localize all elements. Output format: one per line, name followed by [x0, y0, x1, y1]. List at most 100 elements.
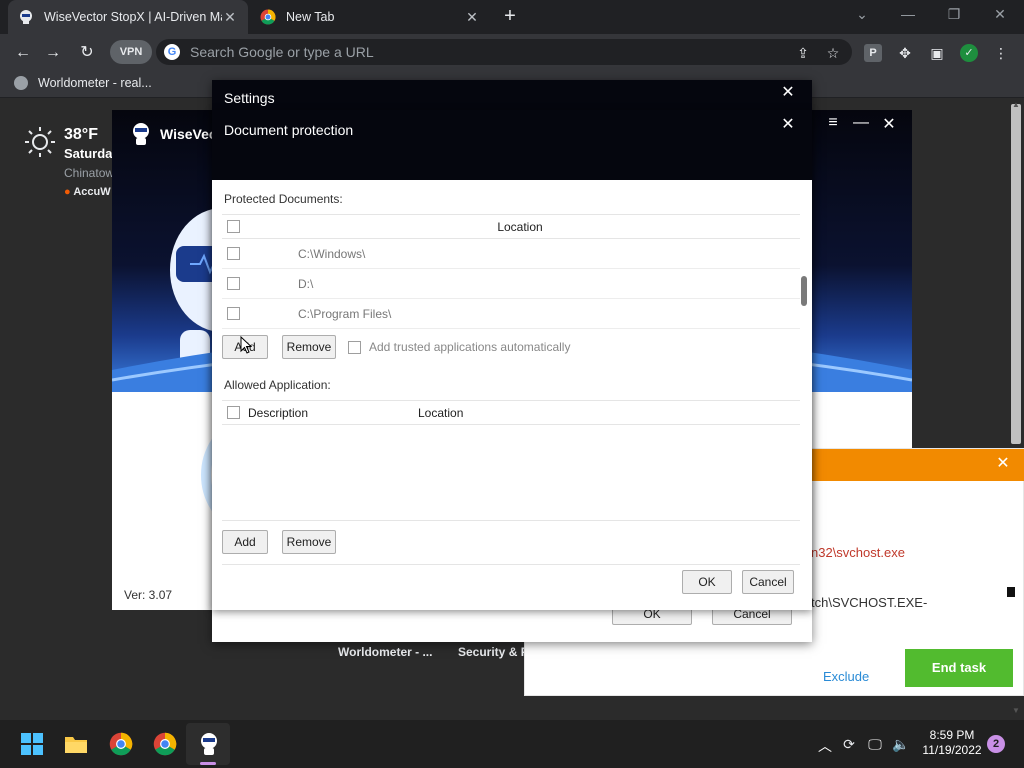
trusted-apps-label: Add trusted applications automatically [369, 340, 571, 354]
docp-header [212, 110, 812, 180]
share-icon[interactable]: ⇪ [794, 44, 812, 62]
tray-overflow-icon[interactable]: ︿ [816, 736, 834, 756]
close-icon[interactable]: ✕ [990, 6, 1010, 23]
forward-icon[interactable]: → [42, 42, 64, 64]
end-task-button[interactable]: End task [905, 649, 1013, 687]
scroll-up-icon[interactable]: ▲ [1012, 100, 1020, 109]
wisevector-taskbar-icon[interactable] [197, 732, 221, 756]
google-icon: G [164, 44, 180, 60]
windows-start-icon[interactable] [20, 732, 44, 756]
location-column-header: Location [497, 219, 543, 234]
select-all-checkbox[interactable] [227, 406, 240, 419]
alert-close-icon[interactable]: ✕ [993, 453, 1013, 473]
description-column-header: Description [248, 405, 309, 420]
bookmark-worldometer[interactable]: Worldometer - real... [14, 76, 152, 90]
extensions-puzzle-icon[interactable]: ✥ [896, 44, 914, 62]
trusted-apps-option[interactable]: Add trusted applications automatically [348, 340, 570, 354]
volume-icon[interactable]: 🔈 [892, 736, 910, 753]
row-checkbox[interactable] [227, 247, 240, 260]
extension-p-icon[interactable]: P [864, 44, 882, 62]
settings-close-icon[interactable]: ✕ [778, 82, 798, 102]
remove-document-button[interactable]: Remove [282, 335, 336, 359]
remove-application-button[interactable]: Remove [282, 530, 336, 554]
taskbar-clock[interactable]: 8:59 PM 11/19/2022 [920, 728, 984, 758]
alert-process-path: n32\svchost.exe [811, 545, 905, 560]
row-checkbox[interactable] [227, 307, 240, 320]
table-row[interactable]: C:\Program Files\ [222, 299, 800, 329]
new-tab-icon[interactable]: + [500, 6, 520, 26]
wisevector-close-icon[interactable]: ✕ [878, 114, 900, 134]
scroll-down-icon[interactable]: ▼ [1012, 706, 1020, 715]
docp-title: Document protection [224, 122, 354, 138]
sync-icon[interactable]: ⟳ [840, 736, 858, 753]
file-explorer-icon[interactable] [64, 732, 88, 756]
side-panel-icon[interactable]: ▣ [928, 44, 946, 62]
allowed-applications-table: Description Location [222, 400, 800, 425]
weather-location: Chinatow [64, 166, 115, 180]
wisevector-menu-icon[interactable]: ≡ [822, 114, 844, 132]
active-app-indicator [200, 762, 216, 765]
select-all-checkbox[interactable] [227, 220, 240, 233]
tab-search-icon[interactable]: ⌄ [852, 6, 872, 23]
chrome-taskbar-icon[interactable] [109, 732, 133, 756]
docp-ok-button[interactable]: OK [682, 570, 732, 594]
location-column-header: Location [418, 405, 464, 420]
protected-table-scroll-thumb[interactable] [801, 276, 807, 306]
alert-scroll-icon[interactable] [1007, 587, 1015, 597]
network-icon[interactable]: 🖵 [866, 736, 884, 753]
back-icon[interactable]: ← [12, 42, 34, 64]
tab-wisevector[interactable]: WiseVector StopX | AI-Driven Ma ✕ [8, 0, 248, 34]
divider [222, 520, 800, 521]
tab-close-icon[interactable]: ✕ [222, 9, 238, 26]
menu-dots-icon[interactable]: ⋮ [992, 44, 1010, 62]
page-scroll-thumb[interactable] [1011, 104, 1021, 444]
vpn-button[interactable]: VPN [110, 40, 152, 64]
tab-close-icon[interactable]: ✕ [464, 9, 480, 26]
wisevector-version: Ver: 3.07 [124, 588, 173, 602]
shield-check-icon[interactable]: ✓ [960, 44, 978, 62]
wisevector-title: WiseVec [160, 126, 217, 142]
protected-documents-label: Protected Documents: [224, 192, 343, 206]
settings-title: Settings [224, 90, 275, 106]
tab-title: WiseVector StopX | AI-Driven Ma [44, 10, 222, 24]
restore-icon[interactable]: ❐ [944, 6, 964, 23]
globe-icon [14, 76, 28, 90]
add-application-button[interactable]: Add [222, 530, 268, 554]
notification-badge[interactable]: 2 [987, 735, 1005, 753]
chrome-profile-taskbar-icon[interactable] [153, 732, 177, 756]
bookmark-star-icon[interactable]: ☆ [824, 44, 842, 62]
row-location: C:\Windows\ [298, 246, 366, 261]
exclude-link[interactable]: Exclude [823, 669, 869, 684]
divider [222, 564, 800, 565]
tab-title: New Tab [286, 10, 335, 24]
table-row[interactable]: D:\ [222, 269, 800, 299]
address-placeholder: Search Google or type a URL [190, 44, 374, 60]
trusted-apps-checkbox[interactable] [348, 340, 361, 354]
mouse-cursor-icon [240, 336, 252, 354]
protected-documents-table: Location C:\Windows\ D:\ C:\Program File… [222, 214, 800, 329]
weather-temperature: 38°F [64, 126, 98, 143]
row-checkbox[interactable] [227, 277, 240, 290]
wisevector-favicon-icon [18, 9, 34, 25]
docp-close-icon[interactable]: ✕ [778, 114, 798, 134]
clock-time: 8:59 PM [929, 728, 975, 742]
row-location: D:\ [298, 276, 314, 291]
shortcut-worldometer[interactable]: Worldometer - ... [338, 645, 432, 659]
alert-prefetch-path: tch\SVCHOST.EXE- [811, 595, 928, 610]
shortcut-security[interactable]: Security & P [458, 645, 529, 659]
reload-icon[interactable]: ↻ [76, 42, 98, 64]
table-header: Description Location [222, 401, 800, 425]
address-bar[interactable]: G Search Google or type a URL [156, 39, 852, 65]
wisevector-logo-icon [133, 123, 149, 145]
docp-cancel-button[interactable]: Cancel [742, 570, 794, 594]
row-location: C:\Program Files\ [298, 306, 392, 321]
tab-new-tab[interactable]: New Tab ✕ [250, 0, 490, 34]
weather-source[interactable]: ● AccuW [64, 186, 111, 198]
table-header: Location [222, 215, 800, 239]
table-row[interactable]: C:\Windows\ [222, 239, 800, 269]
wisevector-minimize-icon[interactable]: — [850, 114, 872, 132]
wisevector-logo: WiseVec [130, 122, 217, 146]
minimize-icon[interactable]: — [898, 6, 918, 22]
allowed-application-label: Allowed Application: [224, 378, 331, 392]
clock-date: 11/19/2022 [922, 743, 982, 757]
